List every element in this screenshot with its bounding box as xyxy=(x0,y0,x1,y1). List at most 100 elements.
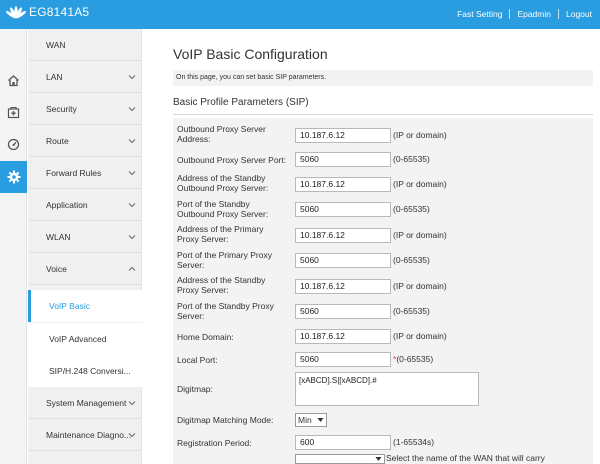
outbound-proxy-server-input[interactable]: 10.187.6.12 xyxy=(295,128,391,143)
sidebar-item-forward-rules[interactable]: Forward Rules xyxy=(28,157,142,189)
primary-proxy-server-hint: (IP or domain) xyxy=(393,230,447,240)
logout-link[interactable]: Logout xyxy=(566,9,592,19)
page-title: VoIP Basic Configuration xyxy=(173,46,328,62)
standby-outbound-server-label: Address of the Standby Outbound Proxy Se… xyxy=(177,173,269,193)
outbound-proxy-port-hint: (0-65535) xyxy=(393,154,430,164)
page-notice: On this page, you can set basic SIP para… xyxy=(173,70,593,86)
home-domain-input[interactable]: 10.187.6.12 xyxy=(295,329,391,344)
chevron-down-icon xyxy=(128,234,136,239)
chevron-down-icon xyxy=(128,74,136,79)
sidebar: WAN LAN Security Route Forward Rules App… xyxy=(28,29,142,464)
digitmap-mode-label: Digitmap Matching Mode: xyxy=(177,415,274,425)
sidebar-subitem-label: VoIP Basic xyxy=(49,301,90,311)
home-domain-label: Home Domain: xyxy=(177,332,234,342)
standby-proxy-port-input[interactable]: 5060 xyxy=(295,304,391,319)
registration-period-input[interactable]: 600 xyxy=(295,435,391,450)
chevron-up-icon xyxy=(128,266,136,271)
standby-outbound-port-label: Port of the Standby Outbound Proxy Serve… xyxy=(177,199,269,219)
gauge-icon xyxy=(7,138,20,150)
digitmap-mode-select[interactable]: Min xyxy=(295,413,327,427)
standby-proxy-server-hint: (IP or domain) xyxy=(393,281,447,291)
digitmap-mode-value: Min xyxy=(298,415,312,425)
digitmap-textarea[interactable]: [xABCD].S|[xABCD].# xyxy=(295,372,479,406)
gear-icon xyxy=(7,170,20,184)
outbound-proxy-server-label: Outbound Proxy Server Address: xyxy=(177,124,266,144)
link-divider xyxy=(558,9,559,19)
dropdown-arrow-icon xyxy=(375,457,382,461)
main-content: VoIP Basic Configuration On this page, y… xyxy=(143,29,600,464)
home-icon xyxy=(8,74,19,86)
outbound-proxy-server-hint: (IP or domain) xyxy=(393,130,447,140)
icon-column xyxy=(0,29,27,464)
sidebar-item-label: Voice xyxy=(46,263,67,274)
sidebar-item-label: WAN xyxy=(46,39,66,50)
sidebar-subitem-voip-advanced[interactable]: VoIP Advanced xyxy=(28,323,142,355)
registration-period-label: Registration Period: xyxy=(177,438,252,448)
chevron-down-icon xyxy=(128,400,136,405)
outbound-proxy-port-label: Outbound Proxy Server Port: xyxy=(177,155,287,165)
sidebar-item-system-management[interactable]: System Management xyxy=(28,387,142,419)
standby-outbound-server-input[interactable]: 10.187.6.12 xyxy=(295,177,391,192)
sidebar-subitem-label: VoIP Advanced xyxy=(49,334,107,344)
sidebar-item-label: Application xyxy=(46,199,88,210)
product-name: EG8141A5 xyxy=(29,5,90,19)
digitmap-label: Digitmap: xyxy=(177,384,213,394)
sip-form: Outbound Proxy Server Address: 10.187.6.… xyxy=(173,118,593,464)
standby-outbound-port-hint: (0-65535) xyxy=(393,204,430,214)
sidebar-item-security[interactable]: Security xyxy=(28,93,142,125)
sidebar-item-label: Forward Rules xyxy=(46,167,102,178)
sidebar-item-label: LAN xyxy=(46,71,63,82)
sidebar-item-label: Maintenance Diagno... xyxy=(46,429,132,440)
sidebar-item-label: System Management xyxy=(46,397,127,408)
home-nav[interactable] xyxy=(0,64,27,96)
sidebar-subitem-voip-basic[interactable]: VoIP Basic xyxy=(28,290,142,322)
primary-proxy-server-label: Address of the Primary Proxy Server: xyxy=(177,224,264,244)
link-divider xyxy=(509,9,511,19)
primary-proxy-port-input[interactable]: 5060 xyxy=(295,253,391,268)
wan-select[interactable] xyxy=(295,454,385,464)
sidebar-item-label: Security xyxy=(46,103,77,114)
standby-outbound-server-hint: (IP or domain) xyxy=(393,179,447,189)
standby-proxy-server-input[interactable]: 10.187.6.12 xyxy=(295,279,391,294)
chevron-down-icon xyxy=(128,106,136,111)
standby-proxy-port-hint: (0-65535) xyxy=(393,306,430,316)
sidebar-subitem-label: SIP/H.248 Conversi... xyxy=(49,366,131,376)
local-port-label: Local Port: xyxy=(177,355,218,365)
sidebar-item-label: Route xyxy=(46,135,69,146)
wan-select-hint: Select the name of the WAN that will car… xyxy=(386,453,545,463)
chevron-down-icon xyxy=(128,202,136,207)
primary-proxy-port-label: Port of the Primary Proxy Server: xyxy=(177,250,272,270)
sidebar-item-label: WLAN xyxy=(46,231,71,242)
local-port-input[interactable]: 5060 xyxy=(295,352,391,367)
registration-period-hint: (1-65534s) xyxy=(393,437,435,447)
sidebar-item-wan[interactable]: WAN xyxy=(28,29,142,61)
sidebar-item-voice[interactable]: Voice xyxy=(28,253,142,285)
primary-proxy-port-hint: (0-65535) xyxy=(393,255,430,265)
local-port-hint: *(0-65535) xyxy=(393,354,434,364)
sidebar-item-lan[interactable]: LAN xyxy=(28,61,142,93)
top-links: Fast Setting Epadmin Logout xyxy=(457,9,592,19)
settings-nav[interactable] xyxy=(0,161,27,193)
standby-outbound-port-input[interactable]: 5060 xyxy=(295,202,391,217)
sidebar-item-application[interactable]: Application xyxy=(28,189,142,221)
top-bar: EG8141A5 Fast Setting Epadmin Logout xyxy=(0,0,600,29)
sidebar-item-maintenance[interactable]: Maintenance Diagno... xyxy=(28,419,142,451)
user-link[interactable]: Epadmin xyxy=(517,9,551,19)
sidebar-subitem-sip-h248[interactable]: SIP/H.248 Conversi... xyxy=(28,355,142,387)
section-divider xyxy=(173,114,593,115)
chevron-down-icon xyxy=(128,138,136,143)
chevron-down-icon xyxy=(128,432,136,437)
fast-setting-link[interactable]: Fast Setting xyxy=(457,9,502,19)
plus-box-icon xyxy=(7,106,20,118)
sidebar-item-wlan[interactable]: WLAN xyxy=(28,221,142,253)
status-nav[interactable] xyxy=(0,128,27,160)
outbound-proxy-port-input[interactable]: 5060 xyxy=(295,152,391,167)
home-domain-hint: (IP or domain) xyxy=(393,331,447,341)
huawei-logo-icon xyxy=(6,6,26,19)
standby-proxy-server-label: Address of the Standby Proxy Server: xyxy=(177,275,266,295)
primary-proxy-server-input[interactable]: 10.187.6.12 xyxy=(295,228,391,243)
dropdown-arrow-icon xyxy=(317,418,324,422)
sidebar-item-route[interactable]: Route xyxy=(28,125,142,157)
logo: EG8141A5 xyxy=(6,5,89,19)
plus-nav[interactable] xyxy=(0,96,27,128)
